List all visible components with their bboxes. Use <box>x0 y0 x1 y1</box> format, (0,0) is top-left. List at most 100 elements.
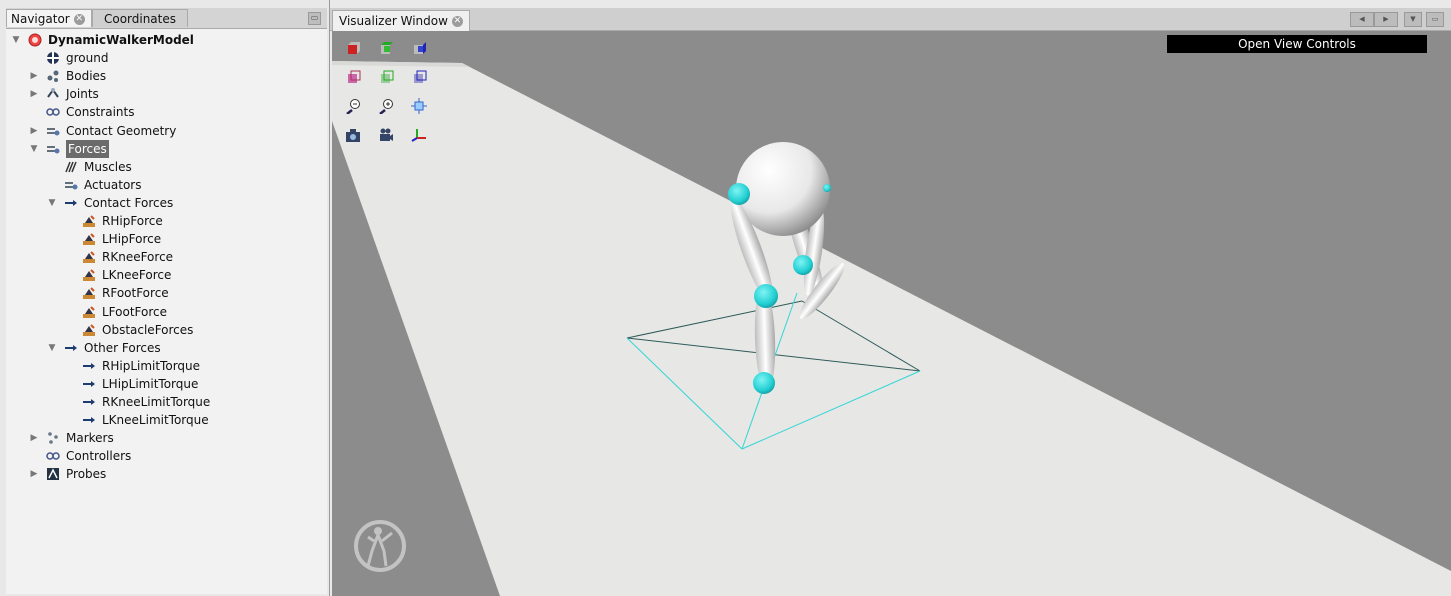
visualizer-viewport[interactable]: Open View Controls <box>332 31 1451 596</box>
arrow-icon <box>65 199 77 206</box>
hip-joint-marker <box>728 183 750 205</box>
collapse-toggle-icon[interactable]: ▼ <box>10 31 22 49</box>
tree-item-label: Contact Geometry <box>66 123 177 138</box>
tree-item-lhiplimittorque[interactable]: LHipLimitTorque <box>6 375 327 393</box>
scroll-left-icon[interactable]: ◀ <box>1350 12 1374 27</box>
tree-item-lfootforce[interactable]: LFootForce <box>6 303 327 321</box>
tree-item-ground[interactable]: ground <box>6 49 327 67</box>
expand-toggle-icon[interactable]: ▶ <box>28 67 40 85</box>
collapse-toggle-icon[interactable]: ▼ <box>46 339 58 357</box>
contact-force-icon <box>83 305 95 318</box>
expand-toggle-icon[interactable]: ▶ <box>28 429 40 447</box>
axes-icon[interactable] <box>411 127 427 143</box>
collapse-toggle-icon[interactable]: ▼ <box>46 194 58 212</box>
collapse-toggle-icon[interactable]: ▼ <box>28 140 40 158</box>
ground-icon <box>47 52 59 65</box>
tree-item-rkneeforce[interactable]: RKneeForce <box>6 248 327 266</box>
floor-plane <box>332 61 1451 596</box>
zoom-in-icon[interactable] <box>378 98 394 114</box>
view-back-icon[interactable] <box>345 69 361 85</box>
visualizer-panel: Visualizer Window ✕ ◀ ▶ ▼ ▭ Open View Co… <box>330 0 1451 596</box>
tree-item-label: Probes <box>66 467 107 482</box>
forces-icon <box>47 145 60 154</box>
tab-coordinates[interactable]: Coordinates <box>92 9 188 27</box>
tree-item-label: Actuators <box>84 177 142 192</box>
tree-item-bodies[interactable]: ▶ Bodies <box>6 67 327 85</box>
tree-item-joints[interactable]: ▶ Joints <box>6 85 327 103</box>
contact-force-icon <box>83 287 95 300</box>
navigator-tab-bar: Navigator ✕ Coordinates ▭ <box>6 8 327 29</box>
tree-item-controllers[interactable]: Controllers <box>6 447 327 465</box>
tab-navigator[interactable]: Navigator ✕ <box>6 9 92 27</box>
tree-item-dynamicwalkermodel[interactable]: ▼ DynamicWalkerModel <box>6 31 327 49</box>
tree-item-contact-geometry[interactable]: ▶ Contact Geometry <box>6 122 327 140</box>
minimize-icon[interactable]: ▭ <box>308 12 321 25</box>
tree-item-label: Controllers <box>66 449 132 464</box>
arrow-icon <box>65 344 77 351</box>
maximize-icon[interactable]: ▭ <box>1426 12 1444 27</box>
tree-item-markers[interactable]: ▶ Markers <box>6 429 327 447</box>
tree-item-muscles[interactable]: Muscles <box>6 158 327 176</box>
tree-item-label: LFootForce <box>102 304 168 319</box>
constraints-icon <box>46 108 60 117</box>
tree-item-lhipforce[interactable]: LHipForce <box>6 230 327 248</box>
view-left-icon[interactable] <box>411 69 427 85</box>
close-icon[interactable]: ✕ <box>73 14 85 25</box>
scene-canvas <box>332 61 1451 596</box>
tree-item-rhiplimittorque[interactable]: RHipLimitTorque <box>6 357 327 375</box>
close-icon[interactable]: ✕ <box>451 16 463 27</box>
view-right-icon[interactable] <box>411 40 427 56</box>
tree-item-label: Bodies <box>66 69 107 84</box>
view-bottom-icon[interactable] <box>378 69 394 85</box>
tree-item-label: DynamicWalkerModel <box>48 33 194 47</box>
expand-toggle-icon[interactable]: ▶ <box>28 465 40 483</box>
knee-joint-marker <box>754 284 778 308</box>
tree-item-probes[interactable]: ▶ Probes <box>6 465 327 483</box>
tree-item-label: LHipForce <box>102 232 162 247</box>
tree-item-rfootforce[interactable]: RFootForce <box>6 284 327 302</box>
tree-item-label: Markers <box>66 431 114 446</box>
tree-item-rhipforce[interactable]: RHipForce <box>6 212 327 230</box>
scroll-right-icon[interactable]: ▶ <box>1374 12 1398 27</box>
tree-item-label: RHipForce <box>102 214 163 228</box>
probes-icon <box>47 468 59 481</box>
contact-force-icon <box>83 215 95 227</box>
tree-item-label: RKneeForce <box>102 250 174 265</box>
tree-item-label: Contact Forces <box>84 195 174 210</box>
tree-item-forces[interactable]: ▼ Forces <box>6 139 327 158</box>
tree-item-obstacleforces[interactable]: ObstacleForces <box>6 321 327 339</box>
tree-item-label: ground <box>66 51 109 66</box>
expand-toggle-icon[interactable]: ▶ <box>28 85 40 103</box>
tree-item-other-forces[interactable]: ▼ Other Forces <box>6 339 327 357</box>
view-top-icon[interactable] <box>378 40 394 56</box>
arrow-icon <box>83 417 95 424</box>
tree-item-label: LKneeLimitTorque <box>102 413 209 428</box>
fit-view-icon[interactable] <box>411 98 427 114</box>
tree-item-label: LKneeForce <box>102 268 172 283</box>
expand-toggle-icon[interactable]: ▶ <box>28 122 40 140</box>
snapshot-icon[interactable] <box>345 127 361 143</box>
tab-visualizer-label: Visualizer Window <box>339 14 448 28</box>
tree-item-label: RKneeLimitTorque <box>102 395 211 409</box>
opensim-logo-icon <box>354 520 406 572</box>
movie-icon[interactable] <box>378 127 394 143</box>
open-view-controls-button[interactable]: Open View Controls <box>1167 35 1427 53</box>
tab-visualizer-window[interactable]: Visualizer Window ✕ <box>332 10 470 31</box>
tree-item-label: Other Forces <box>84 340 161 355</box>
navigator-tree: ▼ DynamicWalkerModel ground ▶ Bodies ▶ Joints C… <box>6 29 327 594</box>
tree-item-lkneeforce[interactable]: LKneeForce <box>6 266 327 284</box>
tree-item-contact-forces[interactable]: ▼ Contact Forces <box>6 194 327 212</box>
view-front-icon[interactable] <box>345 40 361 56</box>
tree-item-actuators[interactable]: Actuators <box>6 176 327 194</box>
model-icon <box>28 33 42 47</box>
contact-force-icon <box>83 233 95 246</box>
tree-item-constraints[interactable]: Constraints <box>6 103 327 121</box>
tree-item-rkneelimittorque[interactable]: RKneeLimitTorque <box>6 393 327 411</box>
visualizer-tab-bar: Visualizer Window ✕ ◀ ▶ ▼ ▭ <box>330 8 1451 31</box>
navigator-panel: Navigator ✕ Coordinates ▭ ▼ DynamicWalkerM… <box>0 0 330 596</box>
bodies-icon <box>47 70 59 83</box>
dropdown-icon[interactable]: ▼ <box>1404 12 1422 27</box>
zoom-out-icon[interactable] <box>345 98 361 114</box>
tree-item-lkneelimittorque[interactable]: LKneeLimitTorque <box>6 411 327 429</box>
controllers-icon <box>46 452 60 461</box>
